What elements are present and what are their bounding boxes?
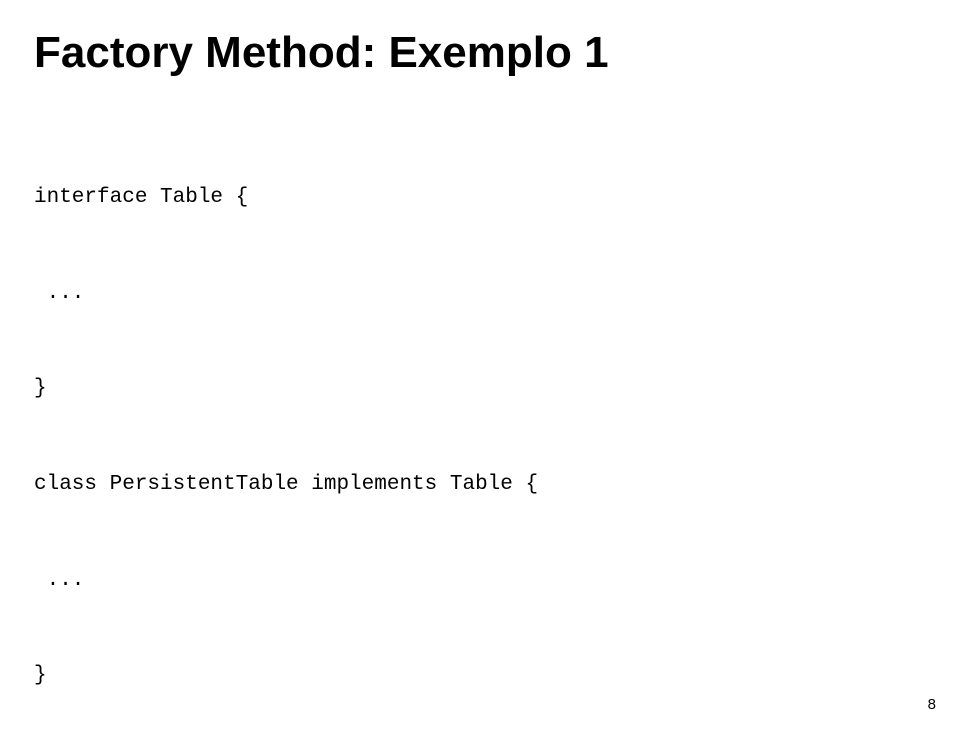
code-line: ... (34, 278, 926, 310)
code-line: class PersistentTable implements Table { (34, 469, 926, 501)
code-line: interface Table { (34, 182, 926, 214)
page-number: 8 (928, 696, 936, 713)
slide-page: Factory Method: Exemplo 1 interface Tabl… (0, 0, 960, 731)
slide-title: Factory Method: Exemplo 1 (34, 28, 926, 78)
code-line: } (34, 373, 926, 405)
code-block: interface Table { ... } class Persistent… (34, 118, 926, 731)
code-line: } (34, 660, 926, 692)
code-line: ... (34, 565, 926, 597)
